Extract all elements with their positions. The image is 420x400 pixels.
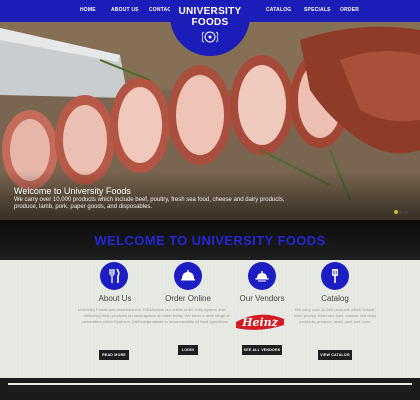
catalog-title: Catalog (321, 294, 349, 303)
page: HOME ABOUT US CONTACT US CATALOG SPECIAL… (0, 0, 420, 400)
slider-dot-3[interactable] (404, 210, 408, 214)
order-title: Order Online (165, 294, 211, 303)
footer-divider (8, 383, 412, 385)
nav-home[interactable]: HOME (80, 7, 96, 13)
order-icon-circle (174, 262, 202, 290)
read-more-button[interactable]: READ MORE (99, 350, 129, 360)
footer (0, 378, 420, 400)
section-title: WELCOME TO UNIVERSITY FOODS (94, 233, 326, 248)
crest-icon (201, 31, 219, 43)
slider-dot-1[interactable] (394, 210, 398, 214)
utensils-icon (109, 268, 120, 283)
about-title: About Us (98, 294, 132, 303)
hero-description: We carry over 10,000 products which incl… (14, 197, 285, 210)
serving-tray-icon (255, 271, 269, 282)
nav-catalog[interactable]: CATALOG (266, 7, 291, 13)
slider-pagination (394, 201, 409, 219)
nav-about-us[interactable]: ABOUT US (111, 7, 139, 13)
nav-order[interactable]: ORDER (340, 7, 359, 13)
logo-text-line1: UNIVERSITY (178, 6, 242, 17)
heinz-wordmark: Heinz (241, 316, 279, 329)
login-button[interactable]: LOGIN (178, 345, 198, 355)
cloche-icon (181, 270, 195, 281)
about-icon-circle (100, 262, 128, 290)
see-all-vendors-button[interactable]: SEE ALL VENDORS (242, 345, 282, 355)
catalog-text: We carry over 10,000 products which incl… (294, 307, 376, 324)
nav-specials[interactable]: SPECIALS (304, 7, 331, 13)
slider-dot-2[interactable] (399, 210, 403, 214)
order-text: Access our online order entry system and… (146, 307, 230, 324)
spatula-icon (332, 269, 338, 283)
view-catalog-button[interactable]: VIEW CATALOG (318, 350, 352, 360)
heinz-logo[interactable]: Heinz (233, 311, 287, 333)
catalog-icon-circle (321, 262, 349, 290)
logo-text-line2: FOODS (191, 17, 229, 28)
vendors-icon-circle (248, 262, 276, 290)
hero-title: Welcome to University Foods (14, 186, 131, 196)
vendors-title: Our Vendors (239, 294, 285, 303)
about-text: University Foods was established in 1984… (77, 307, 153, 324)
